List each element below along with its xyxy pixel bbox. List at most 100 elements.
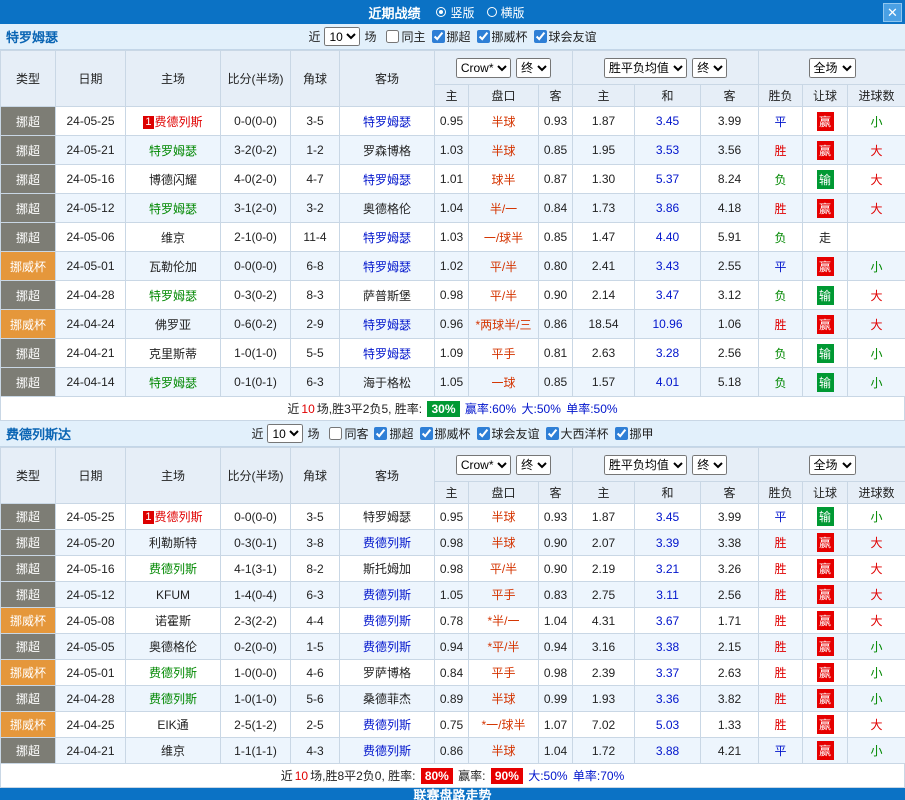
team-name: 特罗姆瑟	[363, 510, 411, 524]
filter-option[interactable]: 挪超	[432, 28, 471, 45]
avg-home-odds: 1.73	[573, 194, 635, 223]
avg-away-odds: 1.33	[701, 712, 759, 738]
filter-checkbox[interactable]	[546, 427, 559, 440]
filter-option[interactable]: 挪超	[374, 425, 413, 442]
final-select[interactable]: 终	[692, 455, 727, 475]
home-team: 维京	[126, 738, 221, 764]
team-name: 斯托姆加	[363, 562, 411, 576]
filter-checkbox[interactable]	[329, 427, 342, 440]
filter-checkbox[interactable]	[420, 427, 433, 440]
section-home-team: 特罗姆瑟 近 10 场 同主挪超挪威杯球会友谊 类型 日期 主场 比分(半场) …	[0, 24, 905, 421]
result-wdl: 胜	[759, 530, 803, 556]
result-goals: 小	[848, 660, 905, 686]
filter-option[interactable]: 挪甲	[615, 425, 654, 442]
filter-checkbox[interactable]	[534, 30, 547, 43]
match-row: 挪超24-04-28费德列斯1-0(1-0)5-6桑德菲杰0.89半球0.991…	[1, 686, 905, 712]
filter-option[interactable]: 大西洋杯	[546, 425, 609, 442]
filter-checkbox[interactable]	[477, 427, 490, 440]
score: 4-0(2-0)	[221, 165, 291, 194]
result-handicap: 赢	[803, 660, 848, 686]
col-goals-result: 进球数	[848, 85, 905, 107]
layout-horizontal-radio[interactable]: 横版	[487, 4, 525, 21]
match-date: 24-04-21	[56, 738, 126, 764]
avg-draw-odds: 3.86	[635, 194, 701, 223]
handicap-away-odds: 0.90	[539, 530, 573, 556]
league-tag: 挪超	[1, 582, 56, 608]
final-select[interactable]: 终	[692, 58, 727, 78]
bookmaker-select[interactable]: Crow*	[456, 455, 511, 475]
avg-home-odds: 1.93	[573, 686, 635, 712]
result-wdl: 胜	[759, 136, 803, 165]
match-row: 挪威杯24-05-01瓦勒伦加0-0(0-0)6-8特罗姆瑟1.02平/半0.8…	[1, 252, 905, 281]
avg-select[interactable]: 胜平负均值	[604, 58, 687, 78]
final-select[interactable]: 终	[516, 455, 551, 475]
handicap-away-odds: 1.04	[539, 608, 573, 634]
filter-checkbox[interactable]	[432, 30, 445, 43]
filter-checkbox[interactable]	[477, 30, 490, 43]
filter-checkbox[interactable]	[615, 427, 628, 440]
handicap-home-odds: 1.09	[435, 339, 469, 368]
bottom-nav-tab[interactable]: 联赛盘路走势	[0, 788, 905, 800]
scope-select[interactable]: 全场	[809, 58, 856, 78]
filter-option[interactable]: 同主	[386, 28, 425, 45]
result-wdl: 平	[759, 252, 803, 281]
corner-score: 6-3	[291, 582, 340, 608]
away-team: 特罗姆瑟	[340, 504, 435, 530]
bookmaker-select[interactable]: Crow*	[456, 58, 511, 78]
final-select[interactable]: 终	[516, 58, 551, 78]
handicap-away-odds: 0.85	[539, 368, 573, 397]
home-team: 特罗姆瑟	[126, 281, 221, 310]
filter-option[interactable]: 挪威杯	[420, 425, 471, 442]
avg-away-odds: 3.12	[701, 281, 759, 310]
close-icon[interactable]: ✕	[883, 3, 902, 22]
avg-draw-odds: 3.45	[635, 504, 701, 530]
result-goals: 小	[848, 368, 905, 397]
result-handicap: 赢	[803, 136, 848, 165]
handicap-result-badge: 赢	[817, 141, 834, 160]
result-wdl: 胜	[759, 712, 803, 738]
match-row: 挪威杯24-05-08诺霍斯2-3(2-2)4-4费德列斯0.78*半/一1.0…	[1, 608, 905, 634]
avg-select[interactable]: 胜平负均值	[604, 455, 687, 475]
handicap-away-odds: 0.90	[539, 281, 573, 310]
filter-option[interactable]: 挪威杯	[477, 28, 528, 45]
filter-option[interactable]: 同客	[329, 425, 368, 442]
match-date: 24-05-12	[56, 194, 126, 223]
dialog-titlebar: 近期战绩 竖版 横版 ✕	[0, 0, 905, 24]
col-handicap-away: 客	[539, 85, 573, 107]
handicap-result-badge: 赢	[817, 315, 834, 334]
avg-draw-odds: 3.88	[635, 738, 701, 764]
avg-draw-odds: 3.53	[635, 136, 701, 165]
avg-home-odds: 2.63	[573, 339, 635, 368]
avg-home-odds: 2.41	[573, 252, 635, 281]
avg-away-odds: 2.15	[701, 634, 759, 660]
scope-select[interactable]: 全场	[809, 455, 856, 475]
handicap-home-odds: 0.98	[435, 530, 469, 556]
match-date: 24-05-21	[56, 136, 126, 165]
avg-away-odds: 1.06	[701, 310, 759, 339]
section-away-team: 费德列斯达 近 10 场 同客挪超挪威杯球会友谊大西洋杯挪甲 类型 日期 主场 …	[0, 421, 905, 788]
filter-label: 挪威杯	[492, 28, 528, 45]
filter-checkbox[interactable]	[386, 30, 399, 43]
away-team: 特罗姆瑟	[340, 310, 435, 339]
result-goals: 小	[848, 107, 905, 136]
near-count-select[interactable]: 10	[267, 424, 303, 443]
handicap-line: 球半	[469, 165, 539, 194]
handicap-group-header: Crow* 终	[435, 448, 573, 482]
league-tag: 挪威杯	[1, 712, 56, 738]
near-count-select[interactable]: 10	[324, 27, 360, 46]
result-handicap: 输	[803, 504, 848, 530]
layout-vertical-radio[interactable]: 竖版	[436, 4, 474, 21]
filter-label: 挪威杯	[435, 425, 471, 442]
league-tag: 挪威杯	[1, 310, 56, 339]
filter-checkbox[interactable]	[374, 427, 387, 440]
match-row: 挪超24-05-05奥德格伦0-2(0-0)1-5费德列斯0.94*平/半0.9…	[1, 634, 905, 660]
match-row: 挪威杯24-04-24佛罗亚0-6(0-2)2-9特罗姆瑟0.96*两球半/三0…	[1, 310, 905, 339]
result-handicap: 输	[803, 368, 848, 397]
record-summary: 近10场,胜8平2负0, 胜率: 80% 赢率: 90% 大:50% 单率:70…	[0, 764, 905, 788]
filter-option[interactable]: 球会友谊	[477, 425, 540, 442]
games-label: 场	[307, 425, 319, 442]
filter-label: 球会友谊	[492, 425, 540, 442]
match-date: 24-05-25	[56, 107, 126, 136]
avg-draw-odds: 3.39	[635, 530, 701, 556]
filter-option[interactable]: 球会友谊	[534, 28, 597, 45]
